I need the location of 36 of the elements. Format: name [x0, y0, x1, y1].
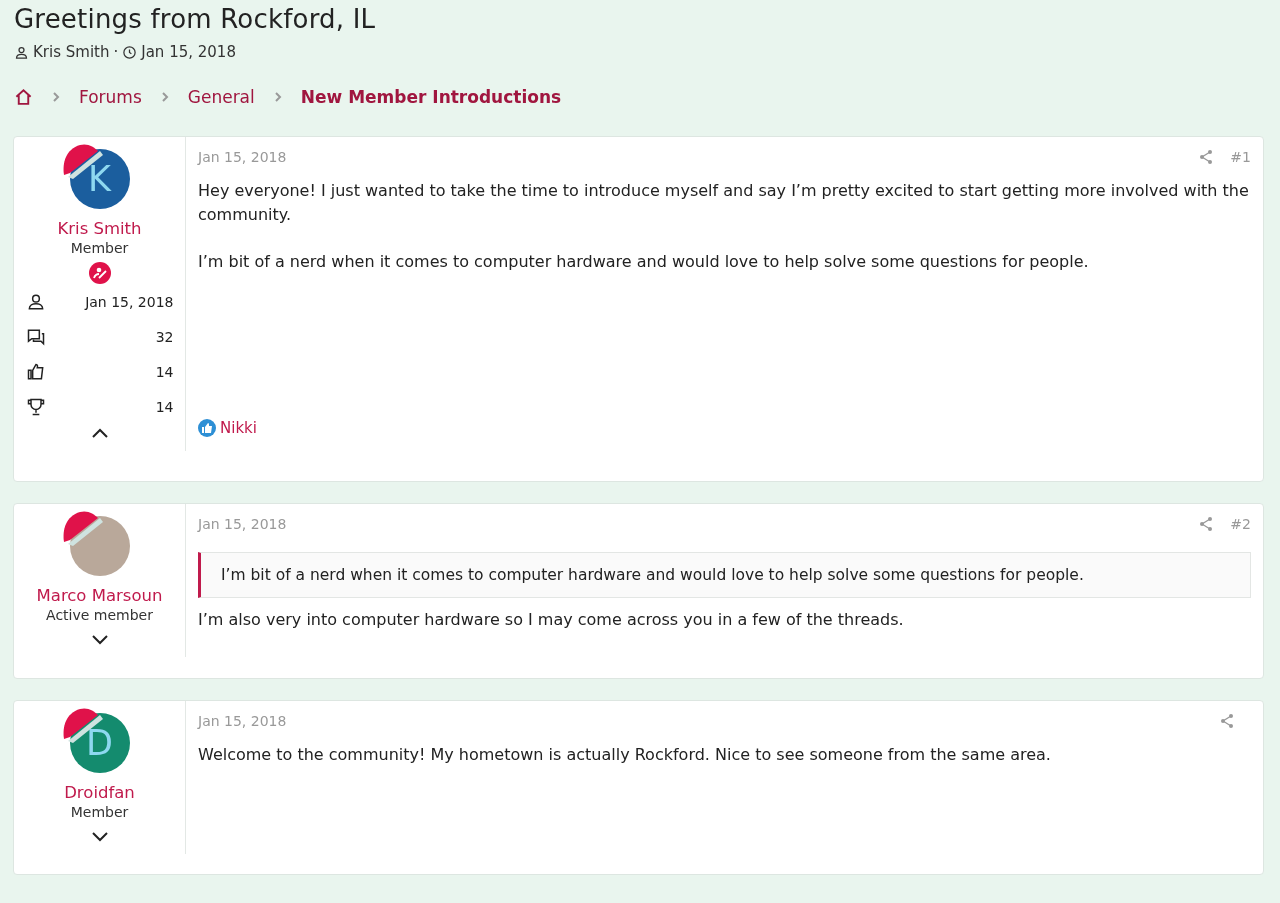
- user-title: Member: [70, 804, 129, 820]
- post-text: Hey everyone! I just wanted to take the time to introduce myself and say I’m pretty excited to start getting more involved with the community.: [198, 180, 1250, 226]
- username-link[interactable]: Marco Marsoun: [36, 586, 163, 605]
- breadcrumb-link[interactable]: Forums: [79, 87, 142, 107]
- thread-title: Greetings from Rockford, IL: [14, 4, 377, 34]
- breadcrumb-link[interactable]: General: [187, 87, 255, 107]
- thread-date[interactable]: Jan 15, 2018: [141, 43, 236, 61]
- chat-bubbles-icon: [25, 327, 46, 347]
- chevron-icon: [272, 92, 283, 102]
- post-text: I’m bit of a nerd when it comes to computer hardware and would love to help solve some questions for people.: [198, 251, 1090, 273]
- stat-value: 32: [154, 329, 174, 345]
- chevron-icon: [159, 92, 170, 102]
- quote-block: I’m bit of a nerd when it comes to computer hardware and would love to help solve some questions for people.: [198, 552, 1251, 598]
- reaction-user-link[interactable]: Nikki: [220, 419, 257, 437]
- user-title: Active member: [46, 607, 153, 623]
- stat-value: 14: [154, 364, 174, 380]
- home-icon[interactable]: [14, 87, 33, 107]
- user-icon: [14, 44, 29, 60]
- share-icon[interactable]: [1219, 713, 1235, 729]
- chevron-icon: [51, 92, 61, 102]
- trophy-icon: [25, 397, 46, 417]
- user-title: Member: [70, 240, 129, 256]
- thumbs-up-icon: [25, 362, 46, 382]
- stat-value: 14: [154, 399, 174, 415]
- username-link[interactable]: Kris Smith: [57, 219, 142, 238]
- post-text: Welcome to the community! My hometown is actually Rockford. Nice to see someone from the same area.: [198, 744, 1052, 766]
- clock-icon: [122, 44, 138, 60]
- share-icon[interactable]: [1198, 149, 1215, 165]
- breadcrumb-link[interactable]: New Member Introductions: [300, 87, 562, 107]
- post-text: I’m also very into computer hardware so I may come across you in a few of the threads.: [198, 609, 905, 631]
- separator: ·: [113, 43, 119, 61]
- share-icon[interactable]: [1198, 516, 1215, 532]
- like-icon: [198, 419, 216, 437]
- stat-value: Jan 15, 2018: [83, 294, 174, 310]
- author-link[interactable]: Kris Smith: [33, 43, 110, 61]
- username-link[interactable]: Droidfan: [64, 783, 135, 802]
